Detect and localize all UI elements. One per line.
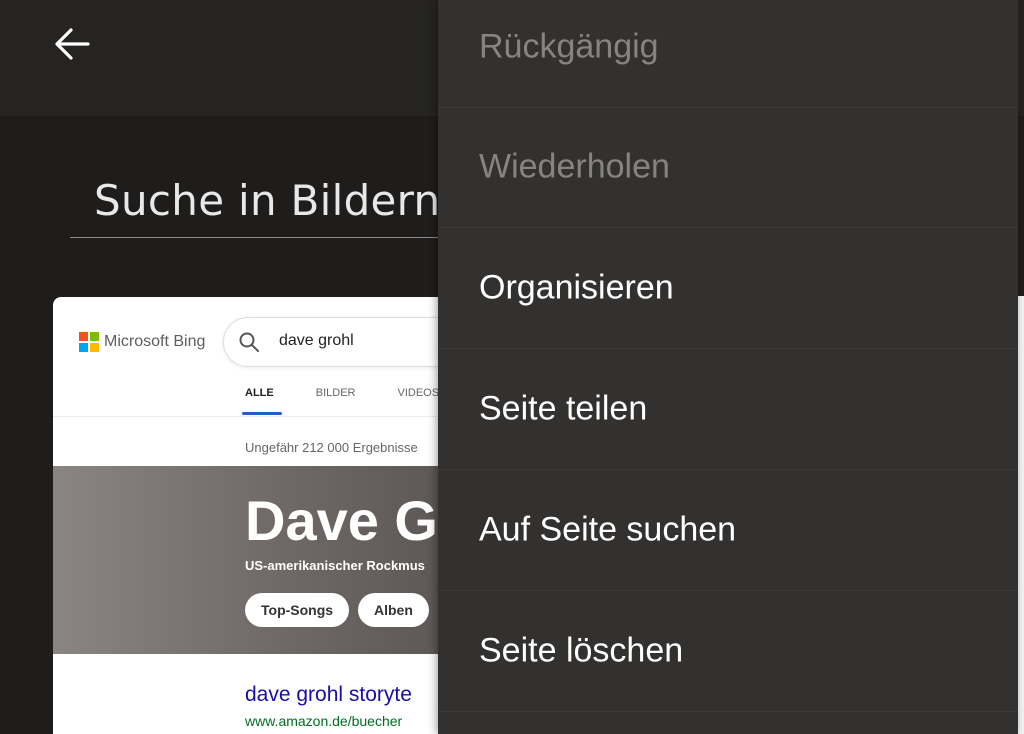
knowledge-hero-banner: Dave G US-amerikanischer Rockmus Top-Son… [53, 466, 473, 654]
search-in-images-field[interactable]: Suche in Bildern [94, 176, 440, 225]
menu-item-find-on-page[interactable]: Auf Seite suchen [438, 470, 1018, 591]
search-icon [238, 331, 260, 358]
result-title: dave grohl storyte [245, 683, 412, 706]
menu-item-undo[interactable]: Rückgängig [438, 0, 1018, 108]
bing-tab-videos: VIDEOS [397, 387, 440, 399]
bing-logo-text: Microsoft Bing [104, 333, 206, 350]
bing-tab-images: BILDER [315, 387, 356, 399]
microsoft-logo-icon [79, 332, 99, 352]
result-count: Ungefähr 212 000 Ergebnisse [245, 440, 418, 455]
bing-search-box: dave grohl [223, 317, 473, 367]
menu-item-organize[interactable]: Organisieren [438, 228, 1018, 349]
menu-item-label: Seite löschen [479, 631, 684, 670]
menu-item-delete-page[interactable]: Seite löschen [438, 591, 1018, 712]
chip-top-songs: Top-Songs [245, 593, 350, 627]
menu-item-label: Seite teilen [479, 389, 648, 428]
menu-item-share-page[interactable]: Seite teilen [438, 349, 1018, 470]
menu-item-redo[interactable]: Wiederholen [438, 107, 1018, 228]
bing-logo: Microsoft Bing [79, 332, 205, 352]
bing-search-query: dave grohl [279, 332, 354, 349]
search-field-underline [70, 237, 442, 238]
arrow-left-icon [52, 24, 92, 69]
chip-albums: Alben [358, 593, 429, 627]
hero-name: Dave G [245, 489, 438, 552]
context-menu: Rückgängig Wiederholen Organisieren Seit… [438, 0, 1018, 734]
menu-item-label: Organisieren [479, 268, 674, 307]
result-url: www.amazon.de/buecher [245, 713, 403, 729]
next-thumbnail-edge [1018, 296, 1024, 734]
bing-divider [53, 416, 473, 417]
page-thumbnail[interactable]: Microsoft Bing dave grohl ALLE BILDER VI… [53, 297, 473, 734]
hero-subtitle: US-amerikanischer Rockmus [245, 558, 425, 573]
menu-item-label: Rückgängig [479, 27, 659, 66]
menu-item-label: Wiederholen [479, 147, 670, 186]
back-button[interactable] [44, 22, 100, 70]
menu-item-label: Auf Seite suchen [479, 510, 737, 549]
bing-tab-all: ALLE [242, 387, 282, 415]
